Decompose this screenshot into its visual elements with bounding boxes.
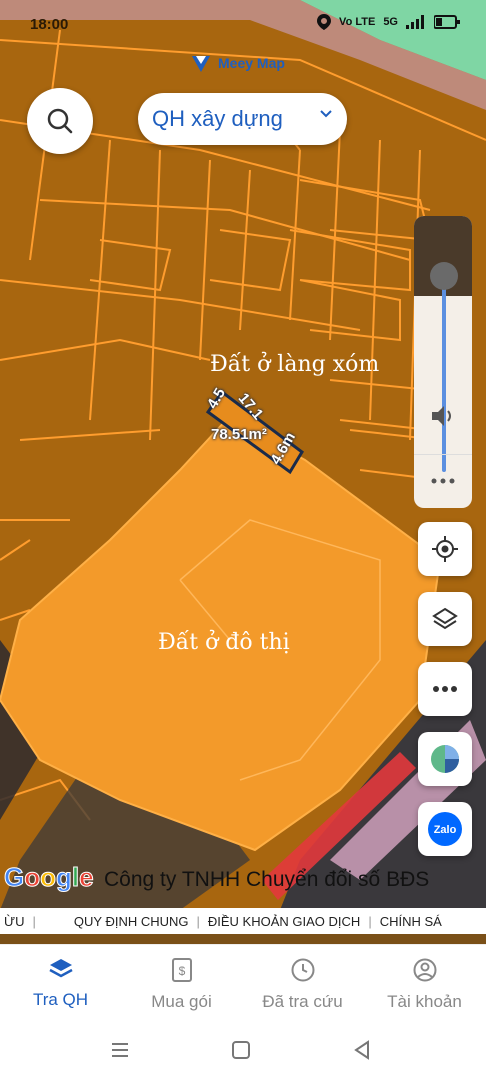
volume-icon[interactable]: [430, 404, 456, 428]
meey-logo-icon: [192, 56, 210, 72]
zalo-button[interactable]: Zalo: [418, 802, 472, 856]
tab-tra-qh[interactable]: Tra QH: [0, 957, 121, 1010]
statistics-button[interactable]: [418, 732, 472, 786]
slider-track: [442, 272, 446, 472]
zone-label: Đất ở đô thị: [158, 630, 290, 655]
slider-knob[interactable]: [430, 262, 458, 290]
area-label: 78.51m²: [211, 426, 267, 443]
back-icon[interactable]: [352, 1040, 372, 1060]
signal-label: 5G: [383, 16, 398, 28]
layers-button[interactable]: [418, 592, 472, 646]
google-logo: Google: [3, 862, 94, 893]
search-button[interactable]: [27, 88, 93, 154]
more-icon: [431, 478, 455, 484]
layers-icon: [432, 607, 458, 630]
bottom-tab-bar: Tra QH $ Mua gói Đã tra cứu Tài khoản: [0, 944, 486, 1023]
zone-label: Đất ở làng xóm: [210, 352, 380, 377]
system-nav-bar: [0, 1022, 486, 1080]
tab-da-tra-cuu[interactable]: Đã tra cứu: [242, 957, 363, 1012]
news-ticker[interactable]: ỪU | QUY ĐỊNH CHUNG | ĐIỀU KHOẢN GIAO DỊCH…: [0, 908, 486, 934]
layer-select[interactable]: QH xây dựng: [138, 93, 347, 145]
layers-icon: [48, 959, 73, 978]
chevron-down-icon: [320, 110, 332, 118]
ticker-item[interactable]: ỪU: [0, 914, 33, 929]
status-time: 18:00: [30, 16, 69, 33]
zalo-icon: Zalo: [428, 812, 462, 846]
tab-label: Tra QH: [32, 990, 89, 1009]
recent-apps-icon[interactable]: [110, 1040, 130, 1060]
slider-more-button[interactable]: [414, 454, 472, 508]
ticker-item[interactable]: QUY ĐỊNH CHUNG: [36, 914, 197, 929]
tab-label: Tài khoản: [387, 992, 462, 1011]
location-icon: [317, 14, 332, 30]
layer-select-value: QH xây dựng: [152, 106, 283, 131]
receipt-icon: $: [171, 958, 192, 982]
clock-icon: [291, 958, 314, 982]
home-icon[interactable]: [231, 1040, 251, 1060]
more-button[interactable]: [418, 662, 472, 716]
tab-label: Đã tra cứu: [262, 992, 343, 1011]
status-bar: 18:00 Vo LTE 5G: [0, 0, 486, 44]
tab-label: Mua gói: [151, 992, 212, 1011]
locate-icon: [432, 536, 458, 562]
search-icon: [47, 108, 73, 134]
pie-chart-icon: [431, 745, 459, 773]
map-attribution: Công ty TNHH Chuyển đổi số BĐS: [104, 868, 430, 891]
brand-name: Meey Map: [218, 55, 285, 71]
tab-tai-khoan[interactable]: Tài khoản: [364, 957, 485, 1012]
svg-text:Zalo: Zalo: [434, 824, 457, 836]
account-icon: [413, 958, 436, 982]
zoom-slider[interactable]: [414, 216, 472, 508]
svg-text:$: $: [178, 964, 185, 978]
battery-icon: [434, 15, 460, 29]
locate-button[interactable]: [418, 522, 472, 576]
brand-logo: Meey Map: [190, 52, 285, 74]
more-icon: [433, 686, 457, 692]
status-icons: Vo LTE 5G: [317, 14, 460, 30]
network-label: Vo LTE: [339, 16, 376, 28]
signal-icon: [406, 15, 424, 29]
tab-mua-goi[interactable]: $ Mua gói: [121, 957, 242, 1012]
ticker-item[interactable]: ĐIỀU KHOẢN GIAO DỊCH: [200, 914, 368, 929]
ticker-item[interactable]: CHÍNH SÁ: [372, 914, 450, 929]
